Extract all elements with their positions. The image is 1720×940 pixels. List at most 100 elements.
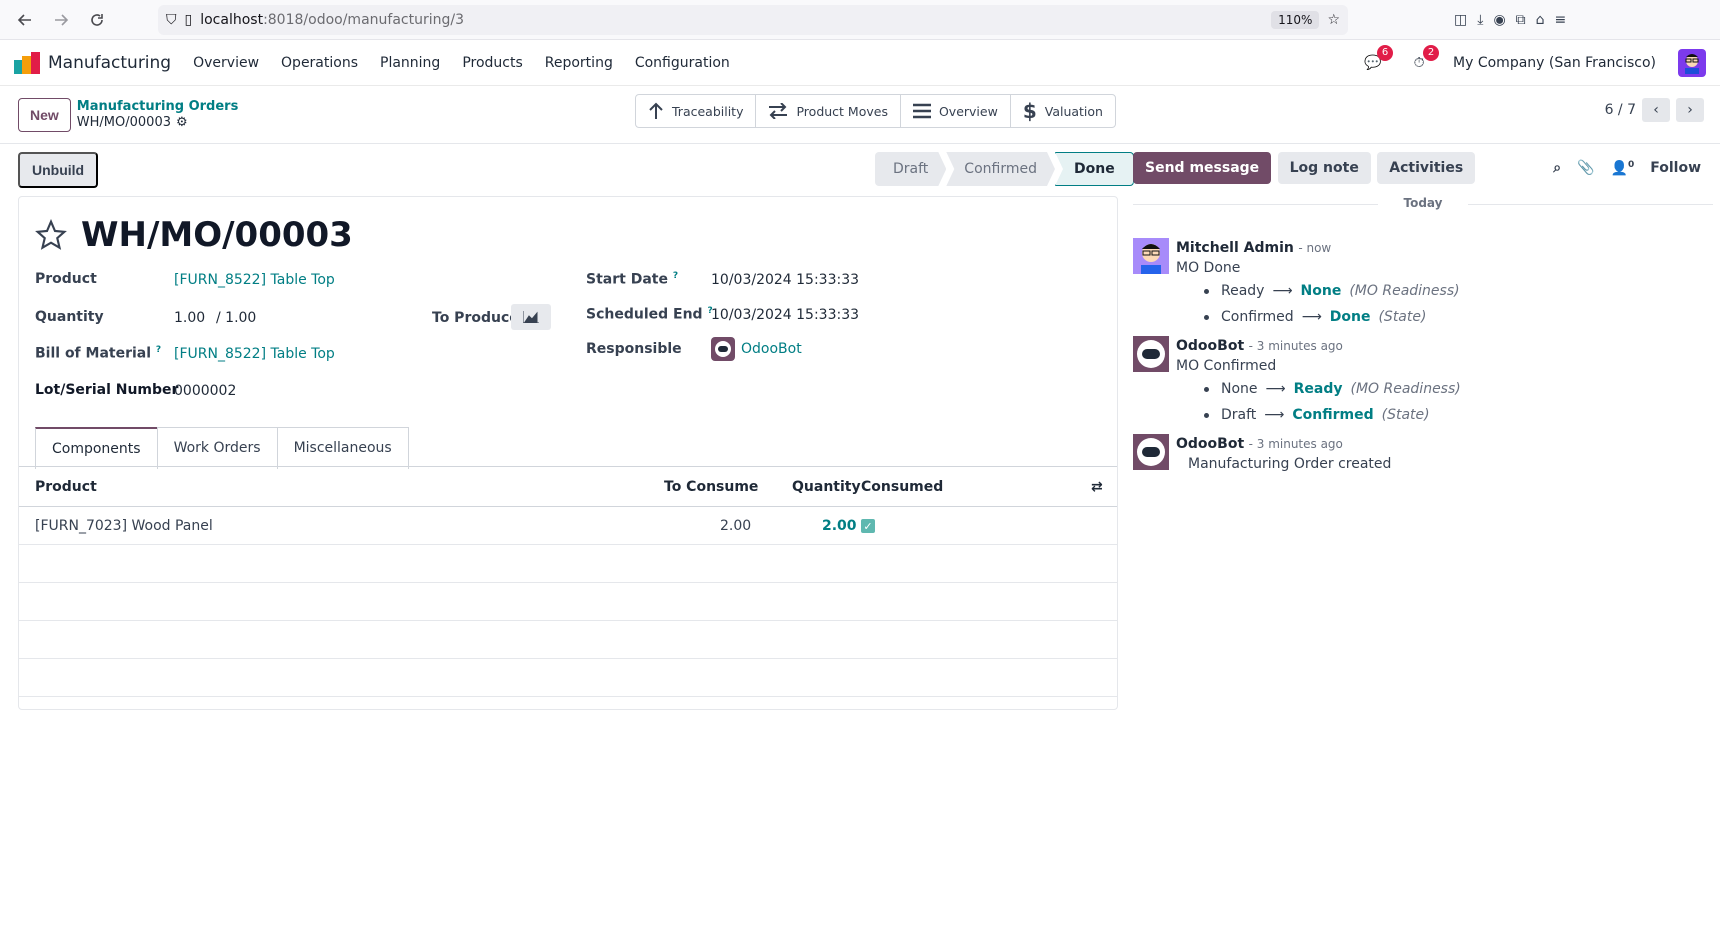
stage-draft[interactable]: Draft	[875, 152, 946, 186]
bom-label: Bill of Material ?	[35, 345, 161, 362]
status-bar: Unbuild Draft Confirmed Done	[18, 152, 1134, 188]
menu-item-configuration[interactable]: Configuration	[635, 55, 730, 71]
message-author[interactable]: OdooBot	[1176, 338, 1244, 354]
col-quantity[interactable]: Quantity	[792, 479, 861, 495]
extension-icon[interactable]: ⌂	[1536, 12, 1545, 28]
gear-icon[interactable]: ⚙	[176, 115, 188, 131]
row-quantity[interactable]: 2.00	[822, 518, 857, 534]
pager-value[interactable]: 6 / 7	[1605, 102, 1636, 118]
send-message-button[interactable]: Send message	[1133, 152, 1272, 184]
mitchell-admin-avatar[interactable]	[1133, 238, 1169, 274]
traceability-button[interactable]: Traceability	[636, 95, 757, 127]
optional-columns-icon[interactable]: ⇄	[1091, 479, 1103, 495]
stage-done[interactable]: Done	[1054, 152, 1134, 186]
menu-item-planning[interactable]: Planning	[380, 55, 440, 71]
record-title: WH/MO/00003	[81, 215, 353, 255]
consumed-checkbox[interactable]: ✓	[861, 519, 875, 533]
message-author[interactable]: OdooBot	[1176, 436, 1244, 452]
log-note-button[interactable]: Log note	[1277, 152, 1371, 184]
tracking-field: (MO Readiness)	[1349, 283, 1460, 299]
extensions-icon[interactable]: ⧉	[1516, 12, 1526, 28]
to-produce-label: To Produce	[432, 310, 519, 326]
bom-field[interactable]: [FURN_8522] Table Top	[174, 346, 335, 362]
odoobot-avatar[interactable]	[1133, 336, 1169, 372]
messages-badge: 6	[1377, 44, 1394, 61]
product-moves-button[interactable]: Product Moves	[756, 95, 901, 127]
overview-button[interactable]: Overview	[901, 95, 1011, 127]
star-icon[interactable]	[35, 219, 67, 251]
company-switcher[interactable]: My Company (San Francisco)	[1453, 55, 1656, 71]
arrow-right-icon: ⟶	[1272, 283, 1293, 299]
quantity-field[interactable]: 1.00	[174, 310, 205, 326]
message-author[interactable]: Mitchell Admin	[1176, 240, 1294, 256]
paperclip-icon[interactable]: 📎	[1577, 160, 1594, 176]
followers-icon[interactable]: 👤0	[1611, 160, 1635, 177]
app-name: Manufacturing	[48, 52, 172, 73]
reload-icon[interactable]	[82, 5, 112, 35]
menu-item-operations[interactable]: Operations	[281, 55, 358, 71]
empty-row	[19, 545, 1117, 583]
valuation-label: Valuation	[1044, 103, 1103, 119]
messages-icon[interactable]: 💬 6	[1361, 44, 1394, 75]
responsible-field[interactable]: OdooBot	[711, 337, 802, 361]
list-icon	[912, 103, 931, 119]
forward-icon[interactable]	[46, 5, 76, 35]
empty-row	[19, 659, 1117, 697]
tracking-field: (MO Readiness)	[1350, 381, 1461, 397]
lot-label: Lot/Serial Number	[35, 382, 179, 398]
tracking-new: None	[1300, 283, 1342, 299]
menu-item-overview[interactable]: Overview	[193, 55, 259, 71]
bookmark-star-icon[interactable]: ☆	[1327, 12, 1340, 28]
follow-button[interactable]: Follow	[1650, 160, 1701, 176]
tab-work-orders[interactable]: Work Orders	[156, 427, 278, 469]
download-icon[interactable]: ⤓	[1477, 12, 1483, 28]
start-date-field[interactable]: 10/03/2024 15:33:33	[711, 272, 859, 288]
col-consumed[interactable]: Consumed	[861, 479, 943, 495]
shield-icon: ⛉	[166, 11, 177, 28]
stage-confirmed[interactable]: Confirmed	[946, 152, 1055, 186]
forecast-chart-icon[interactable]	[511, 304, 551, 330]
zoom-level[interactable]: 110%	[1271, 10, 1320, 29]
account-icon[interactable]: ◉	[1493, 12, 1505, 28]
menu-item-products[interactable]: Products	[462, 55, 522, 71]
url-bar[interactable]: ⛉ ▯ localhost:8018/odoo/manufacturing/3 …	[158, 4, 1348, 35]
scheduled-end-label-text: Scheduled End	[586, 306, 703, 323]
odoobot-avatar[interactable]	[1133, 434, 1169, 470]
bom-help-icon[interactable]: ?	[156, 345, 161, 355]
app-brand[interactable]: Manufacturing	[14, 51, 172, 74]
product-label: Product	[35, 271, 97, 287]
record-pager: 6 / 7 ‹ ›	[1605, 98, 1704, 122]
user-avatar[interactable]	[1678, 48, 1706, 77]
row-product: [FURN_7023] Wood Panel	[35, 518, 213, 534]
unbuild-button[interactable]: Unbuild	[18, 152, 99, 188]
start-date-help-icon[interactable]: ?	[673, 271, 678, 281]
hamburger-menu-icon[interactable]: ≡	[1555, 12, 1567, 28]
pager-previous-icon[interactable]: ‹	[1642, 98, 1670, 122]
tab-miscellaneous[interactable]: Miscellaneous	[276, 427, 409, 469]
notebook-tabs: Components Work Orders Miscellaneous	[35, 427, 409, 469]
activities-clock-icon[interactable]: ⏱ 2	[1407, 44, 1440, 75]
stage-statusbar: Draft Confirmed Done	[875, 152, 1134, 186]
pocket-icon[interactable]: ◫	[1454, 12, 1467, 28]
tracking-old: Ready	[1221, 283, 1265, 299]
search-icon[interactable]: ⌕	[1553, 160, 1561, 176]
main-menu: Overview Operations Planning Products Report…	[193, 55, 730, 71]
row-to-consume: 2.00	[720, 518, 752, 534]
breadcrumb-manufacturing-orders[interactable]: Manufacturing Orders	[77, 99, 239, 115]
table-row[interactable]: [FURN_7023] Wood Panel 2.00 2.00 ✓	[19, 507, 1117, 545]
menu-item-reporting[interactable]: Reporting	[545, 55, 613, 71]
message-time: - 3 minutes ago	[1248, 437, 1343, 451]
col-to-consume[interactable]: To Consume	[664, 479, 758, 495]
activities-button[interactable]: Activities	[1377, 152, 1476, 184]
scheduled-end-field[interactable]: 10/03/2024 15:33:33	[711, 307, 859, 323]
responsible-value: OdooBot	[741, 341, 802, 357]
col-product[interactable]: Product	[35, 479, 97, 495]
new-button[interactable]: New	[18, 97, 71, 132]
lot-field[interactable]: 0000002	[174, 383, 236, 399]
product-field[interactable]: [FURN_8522] Table Top	[174, 272, 335, 288]
tab-components[interactable]: Components	[35, 427, 158, 469]
pager-next-icon[interactable]: ›	[1676, 98, 1704, 122]
back-icon[interactable]	[10, 5, 40, 35]
bom-label-text: Bill of Material	[35, 345, 152, 362]
valuation-button[interactable]: $ Valuation	[1011, 95, 1115, 127]
